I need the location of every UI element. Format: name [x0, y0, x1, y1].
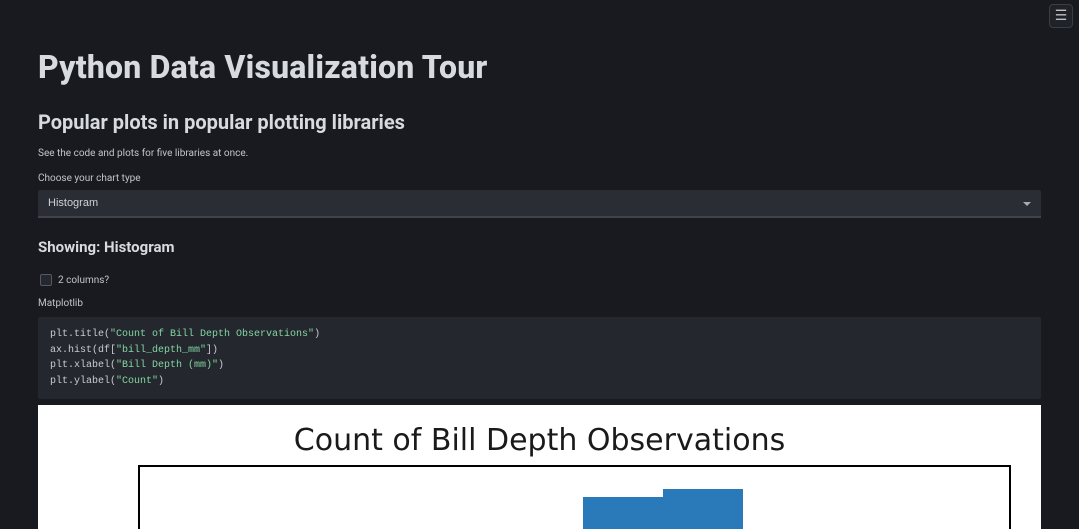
- chart-type-select-wrap: Histogram: [38, 190, 1041, 218]
- code-token: plt.title(: [50, 329, 110, 340]
- showing-value: Histogram: [104, 238, 174, 256]
- page-title: Python Data Visualization Tour: [38, 48, 1041, 86]
- page-subtitle: Popular plots in popular plotting librar…: [38, 110, 1041, 134]
- main-content: Python Data Visualization Tour Popular p…: [0, 0, 1079, 529]
- chart-type-label: Choose your chart type: [38, 173, 1041, 184]
- menu-button[interactable]: ☰: [1049, 4, 1073, 28]
- code-token: "Count": [116, 376, 158, 387]
- chart-bar: [663, 489, 743, 529]
- chart-title: Count of Bill Depth Observations: [38, 423, 1041, 458]
- chart-bars: [140, 467, 1009, 529]
- code-token: plt.ylabel(: [50, 376, 116, 387]
- showing-heading: Showing: Histogram: [38, 238, 1041, 256]
- code-token: ): [158, 376, 164, 387]
- code-token: "Bill Depth (mm)": [116, 360, 218, 371]
- code-token: ]): [206, 345, 218, 356]
- two-columns-row: 2 columns?: [38, 274, 1041, 286]
- chart-panel: Count of Bill Depth Observations 50: [38, 405, 1041, 529]
- chart-bar: [583, 497, 663, 529]
- tagline-text: See the code and plots for five librarie…: [38, 148, 1041, 159]
- two-columns-label: 2 columns?: [58, 275, 109, 286]
- code-token: ): [218, 360, 224, 371]
- code-token: "bill_depth_mm": [116, 345, 206, 356]
- showing-prefix: Showing:: [38, 238, 104, 256]
- library-name: Matplotlib: [38, 298, 1041, 309]
- chart-type-select[interactable]: Histogram: [38, 190, 1041, 218]
- hamburger-icon: ☰: [1055, 8, 1068, 24]
- two-columns-checkbox[interactable]: [40, 274, 52, 286]
- code-token: "Count of Bill Depth Observations": [110, 329, 314, 340]
- code-token: plt.xlabel(: [50, 360, 116, 371]
- plot-area: [138, 465, 1011, 529]
- code-block: plt.title("Count of Bill Depth Observati…: [38, 317, 1041, 399]
- code-token: ): [314, 329, 320, 340]
- code-token: ax.hist(df[: [50, 345, 116, 356]
